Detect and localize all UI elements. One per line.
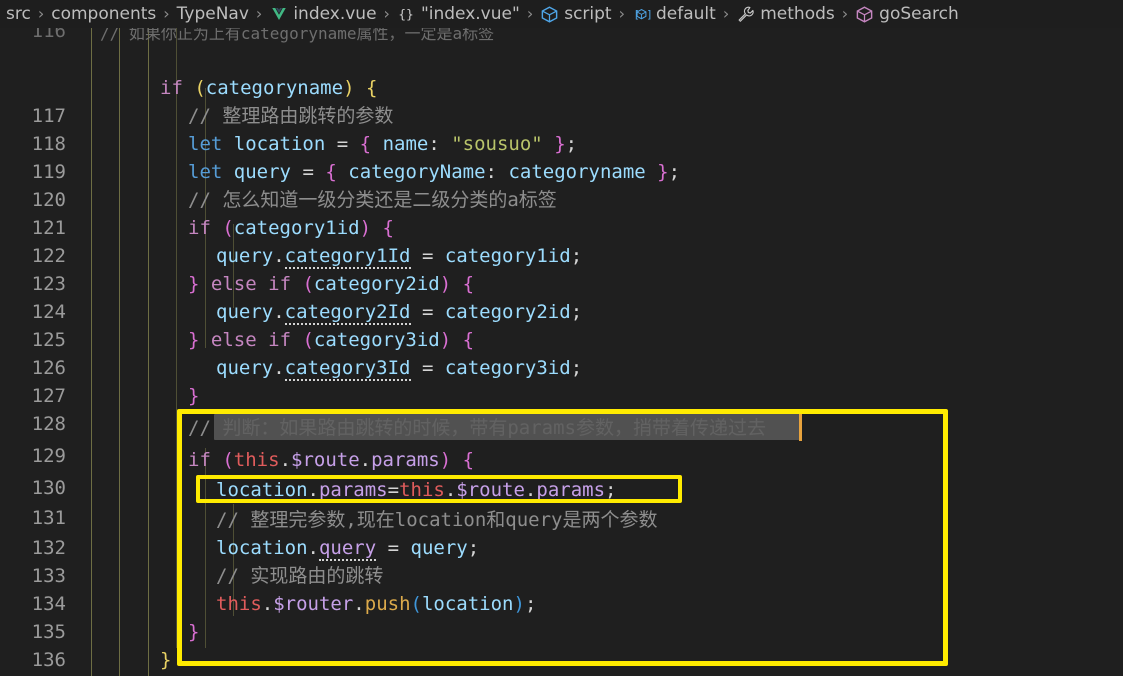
code-line: 123 query.category1Id = category1id;: [0, 242, 1123, 295]
braces-icon: {}: [397, 5, 416, 24]
breadcrumb: src › components › TypeNav › index.vue ›…: [0, 0, 1123, 28]
line-content: }: [188, 621, 200, 643]
breadcrumb-separator: ›: [618, 4, 625, 23]
breadcrumb-label: goSearch: [879, 3, 959, 24]
code-line: 120 let query = { categoryName: category…: [0, 158, 1123, 211]
code-line: 121 // 怎么知道一级分类还是二级分类的a标签: [0, 186, 1123, 239]
breadcrumb-item-components[interactable]: components: [51, 3, 157, 24]
code-line: 129 // 判断：如果路由跳转的时候，带有params参数，捎带着传递过去: [0, 414, 1123, 467]
line-content: }: [188, 385, 200, 407]
code-line: 137 }: [0, 646, 1123, 674]
line-content: }: [160, 649, 172, 671]
selected-comment-text: 判断：如果路由跳转的时候，带有params参数，捎带着传递过去: [222, 417, 766, 439]
method-cube-icon: [855, 5, 874, 24]
code-line: 119 let location = { name: "sousuo" };: [0, 130, 1123, 183]
code-line: 124 } else if (category2id) {: [0, 270, 1123, 323]
breadcrumb-label: methods: [760, 3, 835, 24]
breadcrumb-label: script: [564, 3, 612, 24]
code-line: 131 location.params=this.$route.params;: [0, 476, 1123, 529]
breadcrumb-item-index-vue[interactable]: index.vue: [269, 3, 377, 24]
breadcrumb-item-gosearch[interactable]: goSearch: [855, 5, 959, 24]
breadcrumb-item-index-vue-symbol[interactable]: {} "index.vue": [397, 5, 520, 24]
code-line: 132 // 整理完参数,现在location和query是两个参数: [0, 506, 1123, 559]
line-content: query.category1Id = category1id;: [216, 245, 583, 269]
code-line: 116 // 如果你正为上有categoryname属性，一定是a标签: [0, 28, 1123, 48]
breadcrumb-separator: ›: [383, 4, 390, 23]
breadcrumb-item-default[interactable]: [ ] default: [632, 3, 716, 24]
line-content: location.params=this.$route.params;: [216, 479, 617, 503]
line-content: // 实现路由的跳转: [216, 565, 384, 587]
line-content: // 如果你正为上有categoryname属性，一定是a标签: [100, 28, 495, 43]
code-line: 122 if (category1id) {: [0, 214, 1123, 267]
line-content: this.$router.push(location);: [216, 593, 537, 615]
code-line: 136 }: [0, 618, 1123, 671]
svg-text:]: ]: [646, 8, 651, 21]
breadcrumb-item-script[interactable]: script: [540, 3, 612, 24]
code-line: 134 // 实现路由的跳转: [0, 562, 1123, 615]
line-content: } else if (category2id) {: [188, 273, 475, 295]
line-content: if (categoryname) {: [160, 77, 378, 99]
breadcrumb-separator: ›: [526, 4, 534, 23]
wrench-icon: [736, 5, 755, 24]
breadcrumb-label: default: [656, 3, 716, 24]
line-content: let query = { categoryName: categoryname…: [188, 161, 681, 183]
breadcrumb-separator: ›: [37, 4, 45, 23]
code-line: 117 if (categoryname) {: [0, 74, 1123, 127]
line-content: location.query = query;: [216, 537, 480, 561]
vue-file-icon: [269, 5, 288, 24]
code-line: 126 } else if (category3id) {: [0, 326, 1123, 379]
breadcrumb-item-src[interactable]: src: [6, 3, 31, 24]
line-content: } else if (category3id) {: [188, 329, 475, 351]
breadcrumb-separator: ›: [722, 4, 730, 23]
code-line: 127 query.category3Id = category3id;: [0, 354, 1123, 407]
line-content: query.category2Id = category2id;: [216, 301, 583, 325]
line-content: if (this.$route.params) {: [188, 449, 475, 471]
line-content: // 怎么知道一级分类还是二级分类的a标签: [188, 189, 557, 211]
object-brackets-icon: [ ]: [632, 5, 651, 24]
line-content: // 判断：如果路由跳转的时候，带有params参数，捎带着传递过去: [188, 417, 766, 439]
line-content: query.category3Id = category3id;: [216, 357, 583, 381]
breadcrumb-item-typenav[interactable]: TypeNav: [176, 3, 249, 24]
breadcrumb-item-methods[interactable]: methods: [736, 5, 835, 24]
code-line: 128 }: [0, 382, 1123, 435]
breadcrumb-separator: ›: [163, 4, 170, 23]
breadcrumb-separator: ›: [255, 4, 263, 23]
breadcrumb-label: components: [51, 3, 157, 24]
code-line: 130 if (this.$route.params) {: [0, 446, 1123, 499]
breadcrumb-separator: ›: [841, 4, 849, 23]
line-number: 116: [31, 28, 66, 42]
breadcrumb-label: index.vue: [293, 3, 377, 24]
code-line: 125 query.category2Id = category2id;: [0, 298, 1123, 351]
line-content: if (category1id) {: [188, 217, 394, 239]
breadcrumb-label: src: [6, 3, 31, 24]
line-content: let location = { name: "sousuo" };: [188, 133, 578, 155]
code-line: 135 this.$router.push(location);: [0, 590, 1123, 643]
module-cube-icon: [540, 5, 559, 24]
code-surface[interactable]: 116 // 如果你正为上有categoryname属性，一定是a标签 117 …: [0, 28, 1123, 676]
line-content: // 整理路由跳转的参数: [188, 105, 394, 127]
code-editor[interactable]: 116 // 如果你正为上有categoryname属性，一定是a标签 117 …: [0, 28, 1123, 676]
breadcrumb-label: TypeNav: [176, 3, 249, 24]
breadcrumb-label: "index.vue": [420, 3, 520, 24]
code-line: 133 location.query = query;: [0, 534, 1123, 587]
line-content: // 整理完参数,现在location和query是两个参数: [216, 509, 658, 531]
code-line: 118 // 整理路由跳转的参数: [0, 102, 1123, 155]
svg-text:{}: {}: [399, 8, 414, 23]
